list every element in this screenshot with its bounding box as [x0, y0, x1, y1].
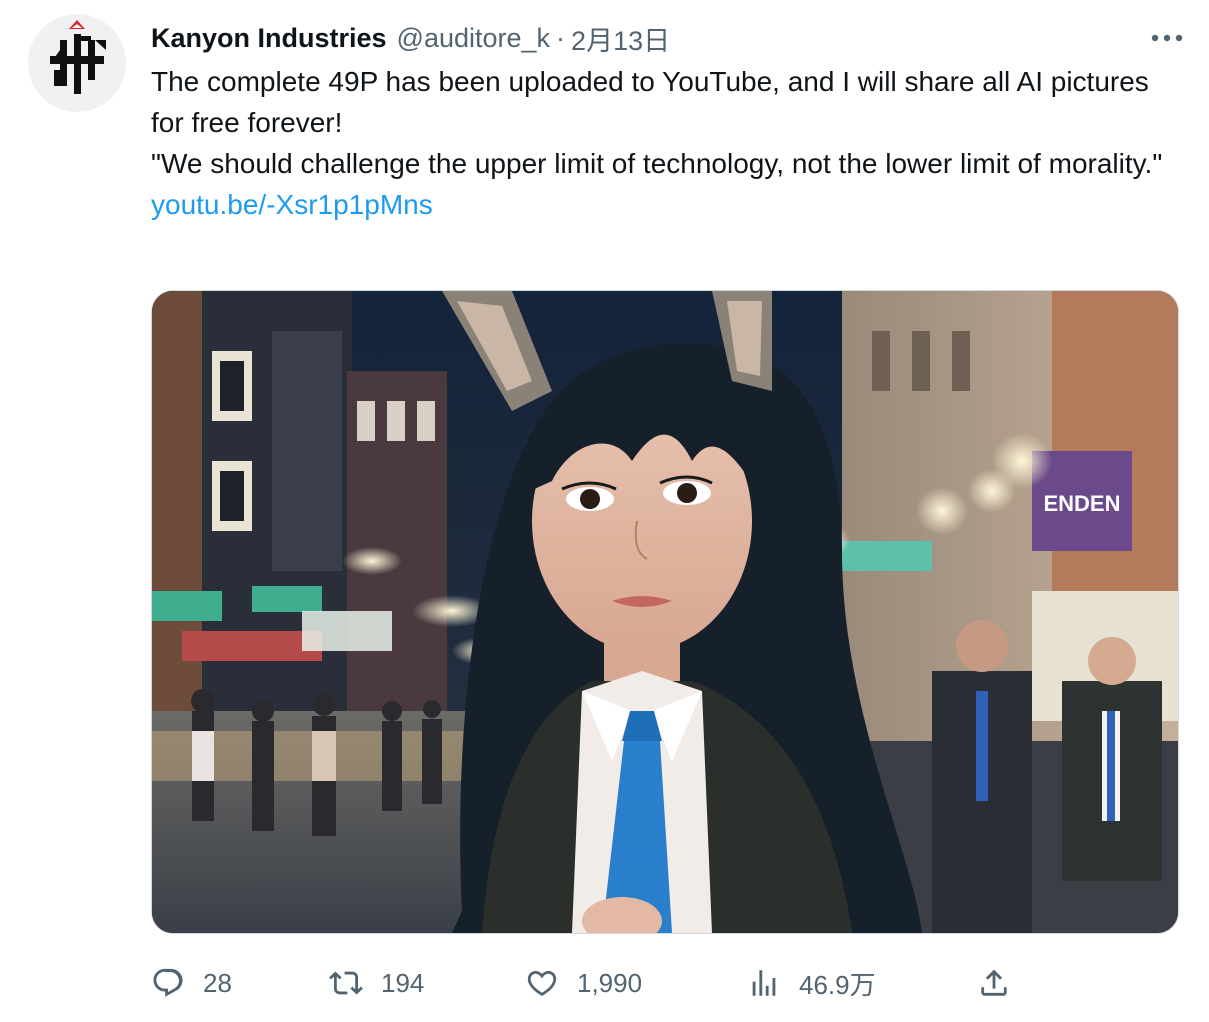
tweet-card[interactable]: Kanyon Industries @auditore_k · 2月13日 Th… — [0, 0, 1209, 1022]
reply-icon — [153, 968, 183, 997]
brand-logo — [28, 14, 126, 112]
retweet-count: 194 — [381, 967, 425, 998]
like-count: 1,990 — [577, 967, 643, 998]
author-name[interactable]: Kanyon Industries — [151, 23, 387, 54]
tweet-text-line-2: "We should challenge the upper limit of … — [151, 148, 1163, 179]
like-button[interactable]: 1,990 — [525, 955, 642, 1011]
views-icon — [752, 970, 776, 996]
tweet-text: The complete 49P has been uploaded to Yo… — [151, 61, 1181, 225]
more-button[interactable] — [1147, 24, 1187, 52]
retweet-button[interactable]: 194 — [329, 955, 424, 1011]
share-button[interactable] — [977, 955, 1011, 1011]
tweet-date[interactable]: 2月13日 — [571, 19, 670, 58]
like-icon — [527, 970, 557, 996]
youtube-link[interactable]: youtu.be/-Xsr1p1pMns — [151, 184, 433, 225]
share-icon — [981, 969, 1007, 996]
views-button[interactable]: 46.9万 — [747, 955, 876, 1011]
reply-button[interactable]: 28 — [151, 955, 232, 1011]
tweet-text-line-1: The complete 49P has been uploaded to Yo… — [151, 66, 1149, 138]
tweet-media-image[interactable]: ENDEN — [151, 290, 1179, 934]
header-separator: · — [556, 22, 566, 53]
more-icon — [1151, 34, 1183, 42]
sign-text: ENDEN — [1043, 491, 1120, 516]
action-bar: 28 194 1,990 46.9万 — [151, 955, 1179, 1011]
retweet-icon — [329, 971, 363, 995]
media-illustration: ENDEN — [152, 291, 1178, 933]
views-count: 46.9万 — [799, 969, 876, 1000]
avatar[interactable] — [28, 14, 126, 112]
tweet-header: Kanyon Industries @auditore_k · 2月13日 — [151, 18, 670, 58]
reply-count: 28 — [203, 967, 232, 998]
author-handle[interactable]: @auditore_k — [397, 23, 551, 54]
